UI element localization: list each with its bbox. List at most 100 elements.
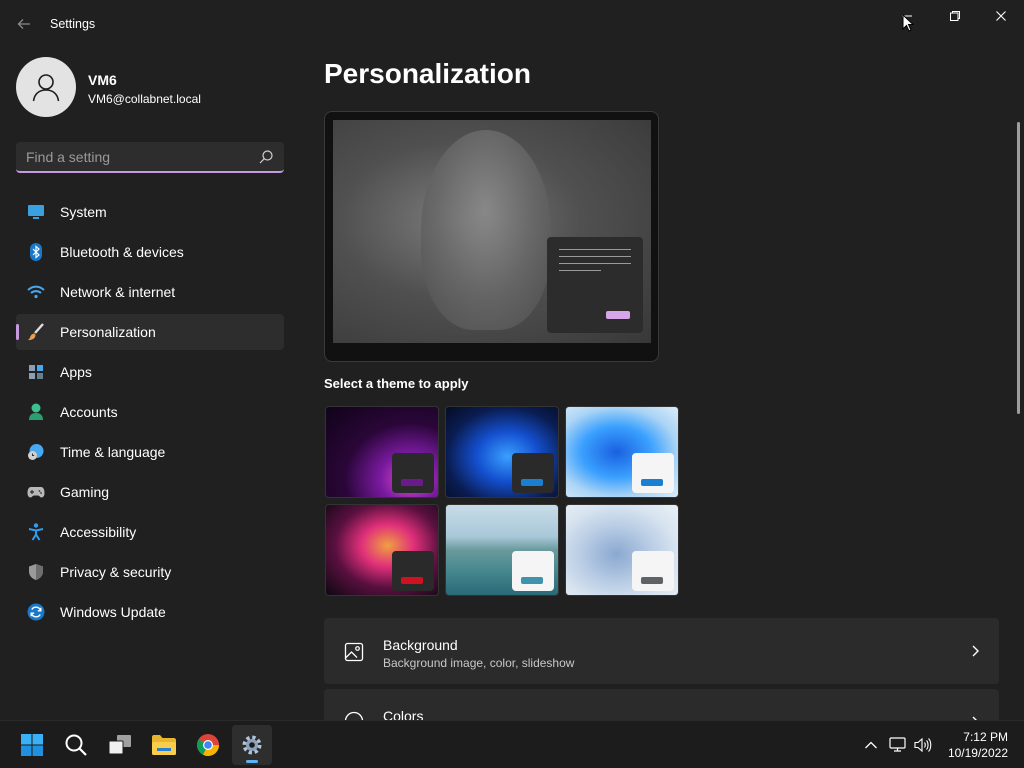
chevron-right-icon xyxy=(972,645,979,657)
search-box[interactable] xyxy=(16,142,284,173)
maximize-button[interactable] xyxy=(932,0,978,32)
search-icon[interactable] xyxy=(258,149,274,165)
sidebar-item-label: Network & internet xyxy=(60,284,176,300)
close-button[interactable] xyxy=(978,0,1024,32)
theme-accent-bar xyxy=(521,577,543,584)
palette-icon xyxy=(344,711,364,720)
search-icon xyxy=(65,734,87,756)
theme-tile-bloom-dark[interactable] xyxy=(445,406,559,498)
network-tray-button[interactable] xyxy=(888,735,908,755)
theme-tile-captured-motion[interactable] xyxy=(325,504,439,596)
background-card[interactable]: Background Background image, color, slid… xyxy=(324,618,999,684)
user-email: VM6@collabnet.local xyxy=(88,92,201,106)
image-icon xyxy=(344,642,364,662)
app-title: Settings xyxy=(50,17,96,31)
theme-badge xyxy=(632,551,674,591)
gamepad-icon xyxy=(27,483,45,501)
colors-card[interactable]: Colors xyxy=(324,689,999,720)
theme-tile-glow-dark[interactable] xyxy=(325,406,439,498)
theme-badge xyxy=(512,453,554,493)
clock-date[interactable]: 10/19/2022 xyxy=(936,746,1008,760)
card-subtitle: Background image, color, slideshow xyxy=(383,656,575,670)
chevron-right-icon xyxy=(972,716,977,720)
paintbrush-icon xyxy=(27,323,45,341)
theme-tile-bloom-light[interactable] xyxy=(565,406,679,498)
sidebar-item-accessibility[interactable]: Accessibility xyxy=(16,514,284,550)
theme-accent-bar xyxy=(641,479,663,486)
settings-taskbar-button[interactable] xyxy=(232,725,272,765)
card-title: Colors xyxy=(383,708,424,720)
sidebar-item-network[interactable]: Network & internet xyxy=(16,274,284,310)
avatar[interactable] xyxy=(16,57,76,117)
preview-window xyxy=(547,237,643,333)
sidebar-item-accounts[interactable]: Accounts xyxy=(16,394,284,430)
sidebar-item-bluetooth[interactable]: Bluetooth & devices xyxy=(16,234,284,270)
accessibility-icon xyxy=(27,523,45,541)
back-arrow-icon xyxy=(17,19,30,29)
clock-time[interactable]: 7:12 PM xyxy=(946,730,1008,744)
sidebar-item-windows-update[interactable]: Windows Update xyxy=(16,594,284,630)
file-explorer-button[interactable] xyxy=(144,725,184,765)
card-title: Background xyxy=(383,637,458,653)
theme-tile-sunrise-lake[interactable] xyxy=(445,504,559,596)
theme-tile-flow-light[interactable] xyxy=(565,504,679,596)
start-icon xyxy=(21,734,43,756)
preview-line xyxy=(559,263,631,264)
settings-icon xyxy=(242,735,262,755)
sidebar-item-gaming[interactable]: Gaming xyxy=(16,474,284,510)
chrome-button[interactable] xyxy=(188,725,228,765)
user-icon xyxy=(32,74,60,102)
apps-icon xyxy=(27,363,45,381)
clock-globe-icon xyxy=(27,443,45,461)
wallpaper-figure xyxy=(421,130,551,330)
sidebar-item-system[interactable]: System xyxy=(16,194,284,230)
preview-line xyxy=(559,249,631,250)
restore-icon xyxy=(950,11,960,21)
start-button[interactable] xyxy=(12,725,52,765)
theme-accent-bar xyxy=(401,479,423,486)
sidebar-item-apps[interactable]: Apps xyxy=(16,354,284,390)
sidebar-item-label: Gaming xyxy=(60,484,110,500)
task-view-icon xyxy=(108,735,131,755)
taskbar-search-button[interactable] xyxy=(56,725,96,765)
theme-badge xyxy=(392,453,434,493)
close-icon xyxy=(996,11,1006,21)
shield-icon xyxy=(27,563,45,581)
theme-preview xyxy=(324,111,659,362)
update-icon xyxy=(27,603,45,621)
active-app-indicator xyxy=(246,760,258,763)
sidebar-item-label: Privacy & security xyxy=(60,564,172,580)
back-button[interactable] xyxy=(12,12,36,36)
sidebar-item-label: Personalization xyxy=(60,324,156,340)
preview-line xyxy=(559,256,631,257)
monitor-icon xyxy=(27,203,45,221)
user-name: VM6 xyxy=(88,72,117,88)
sidebar-item-time-language[interactable]: Time & language xyxy=(16,434,284,470)
theme-accent-bar xyxy=(401,577,423,584)
network-icon xyxy=(889,737,906,752)
theme-accent-bar xyxy=(641,577,663,584)
theme-badge xyxy=(512,551,554,591)
sidebar-item-label: Apps xyxy=(60,364,92,380)
themes-heading: Select a theme to apply xyxy=(324,376,469,391)
sidebar-item-label: Accounts xyxy=(60,404,118,420)
theme-badge xyxy=(632,453,674,493)
scrollbar[interactable] xyxy=(1017,122,1020,414)
theme-accent-bar xyxy=(521,479,543,486)
task-view-button[interactable] xyxy=(100,725,140,765)
preview-accent-button xyxy=(606,311,630,319)
mouse-cursor-icon xyxy=(902,14,914,32)
volume-tray-button[interactable] xyxy=(913,735,933,755)
bluetooth-icon xyxy=(27,243,45,261)
page-title: Personalization xyxy=(324,58,531,89)
file-explorer-icon xyxy=(152,735,176,755)
sidebar-item-label: Accessibility xyxy=(60,524,137,540)
theme-badge xyxy=(392,551,434,591)
sidebar-item-privacy-security[interactable]: Privacy & security xyxy=(16,554,284,590)
taskbar xyxy=(0,720,1024,768)
search-input[interactable] xyxy=(16,142,252,171)
chevron-up-icon xyxy=(865,741,877,749)
wifi-icon xyxy=(27,283,45,301)
sidebar-item-personalization[interactable]: Personalization xyxy=(16,314,284,350)
show-hidden-icons-button[interactable] xyxy=(861,735,881,755)
